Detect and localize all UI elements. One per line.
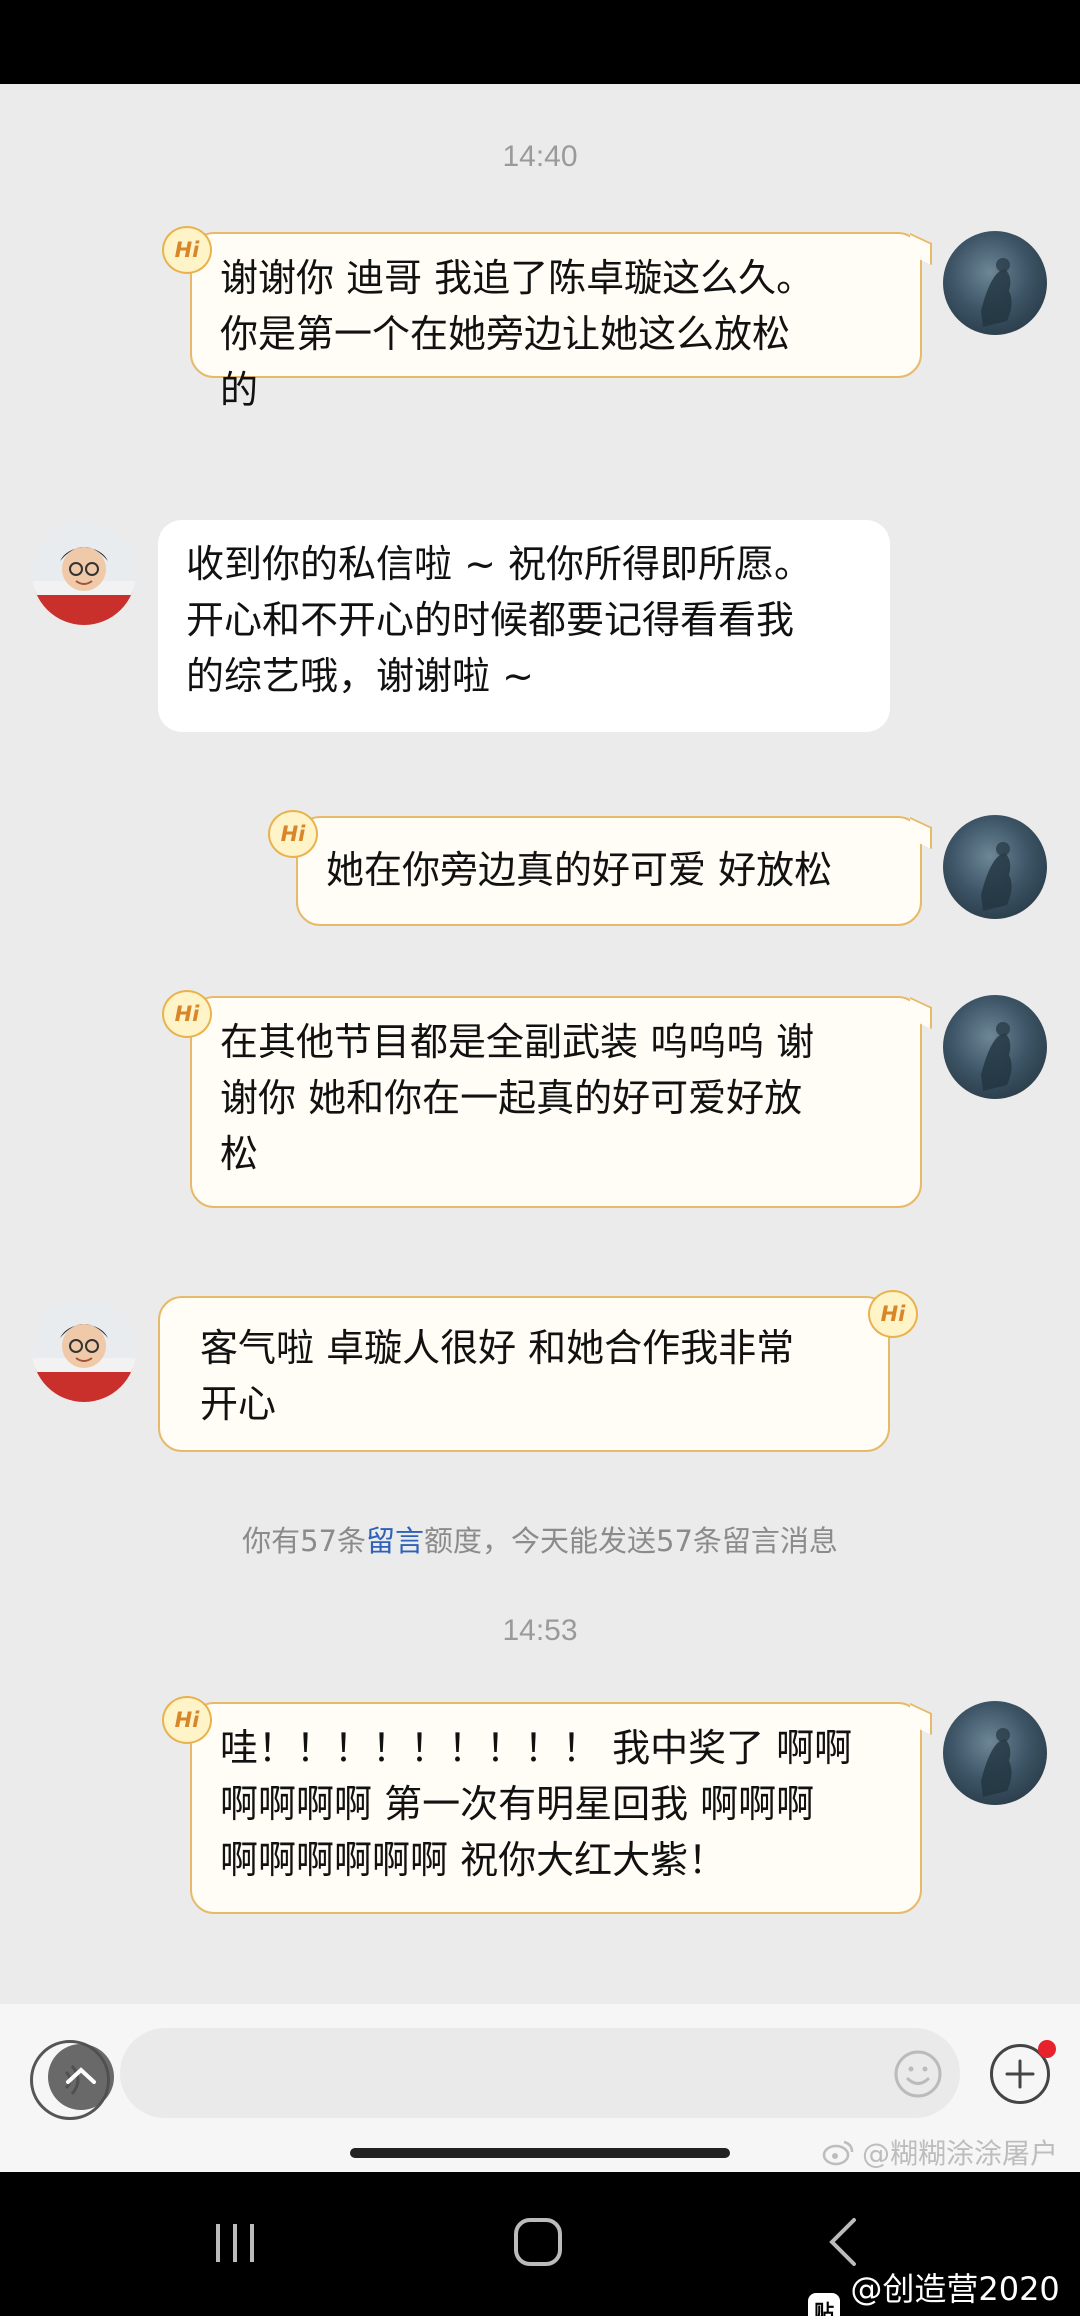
bubble-tail: [910, 232, 932, 266]
bubble-tail: [910, 1702, 932, 1736]
message-text: 谢你 她和你在一起真的好可爱好放: [220, 1076, 803, 1120]
message-text: 开心: [200, 1382, 277, 1426]
person-icon: [32, 547, 136, 625]
contact-avatar[interactable]: [32, 1298, 136, 1402]
hi-badge-icon: Hi: [162, 226, 212, 274]
notification-dot: [1038, 2040, 1056, 2058]
hi-badge-icon: Hi: [268, 810, 318, 858]
home-icon[interactable]: [512, 2216, 564, 2268]
message-text: 谢谢你 迪哥 我追了陈卓璇这么久。: [220, 256, 815, 300]
weibo-watermark: @糊糊涂涂屠户: [822, 2132, 1058, 2172]
message-bubble-2[interactable]: 收到你的私信啦 ~ 祝你所得即所愿。 开心和不开心的时候都要记得看看我 的综艺哦…: [158, 520, 890, 732]
hi-badge-icon: Hi: [162, 990, 212, 1038]
hi-badge-icon: Hi: [868, 1290, 918, 1338]
avatar-silhouette-icon: [981, 1022, 1012, 1091]
input-bar: @糊糊涂涂屠户: [0, 2004, 1080, 2172]
message-text: 啊啊啊啊啊啊 祝你大红大紫！: [220, 1838, 727, 1882]
message-bubble-5[interactable]: 客气啦 卓璇人很好 和她合作我非常 开心: [158, 1296, 890, 1452]
avatar-silhouette-icon: [981, 842, 1012, 911]
message-text: 你是第一个在她旁边让她这么放松: [220, 312, 791, 356]
message-text: 啊啊啊啊 第一次有明星回我 啊啊啊: [220, 1782, 815, 1826]
message-link[interactable]: 留言: [366, 1524, 424, 1558]
weibo-icon: [822, 2140, 854, 2166]
chevron-up-icon: [66, 2067, 96, 2084]
quota-notice: 你有57条留言额度，今天能发送57条留言消息: [0, 1518, 1080, 1560]
weibo-watermark-text: @糊糊涂涂屠户: [862, 2137, 1059, 2170]
recent-apps-icon[interactable]: [210, 2218, 260, 2268]
message-text: 开心和不开心的时候都要记得看看我: [186, 598, 795, 642]
timestamp: 14:40: [502, 140, 578, 173]
message-bubble-6[interactable]: 哇！！！！！！！！！ 我中奖了 啊啊 啊啊啊啊 第一次有明星回我 啊啊啊 啊啊啊…: [190, 1702, 932, 1914]
plus-glyph-icon: [1005, 2059, 1035, 2089]
message-text: 的: [220, 368, 259, 412]
tieba-watermark-text: @创造营2020吧: [850, 2270, 1060, 2308]
my-avatar[interactable]: [943, 815, 1047, 919]
message-text: 客气啦 卓璇人很好 和她合作我非常: [200, 1326, 795, 1370]
my-avatar[interactable]: [943, 1701, 1047, 1805]
message-bubble-3[interactable]: 她在你旁边真的好可爱 好放松: [296, 816, 932, 926]
message-text: 在其他节目都是全副武装 呜呜呜 谢: [220, 1020, 815, 1064]
contact-avatar[interactable]: [32, 521, 136, 625]
system-nav-bar: 贴 @创造营2020吧: [0, 2172, 1080, 2316]
bubble-tail: [910, 996, 932, 1030]
avatar-silhouette-icon: [981, 258, 1012, 327]
chat-area[interactable]: 14:40 谢谢你 迪哥 我追了陈卓璇这么久。 你是第一个在她旁边让她这么放松 …: [0, 84, 1080, 2004]
back-icon[interactable]: [824, 2216, 864, 2268]
hi-badge-icon: Hi: [162, 1696, 212, 1744]
bubble-tail: [910, 816, 932, 850]
expand-overlay[interactable]: [48, 2044, 114, 2110]
timestamp: 14:53: [502, 1614, 578, 1647]
status-bar: [0, 0, 1080, 75]
message-text: 哇！！！！！！！！！ 我中奖了 啊啊: [220, 1726, 853, 1770]
message-bubble-1[interactable]: 谢谢你 迪哥 我追了陈卓璇这么久。 你是第一个在她旁边让她这么放松 的: [190, 232, 932, 412]
message-input[interactable]: [120, 2028, 960, 2118]
my-avatar[interactable]: [943, 995, 1047, 1099]
message-bubble-4[interactable]: 在其他节目都是全副武装 呜呜呜 谢 谢你 她和你在一起真的好可爱好放 松: [190, 996, 932, 1208]
message-text: 收到你的私信啦 ~ 祝你所得即所愿。: [186, 542, 812, 586]
quota-text: 额度，今天能发送57条留言消息: [424, 1524, 838, 1558]
home-indicator[interactable]: [350, 2148, 730, 2158]
tieba-watermark: 贴 @创造营2020吧: [808, 2264, 1080, 2316]
quota-text: 你有57条: [242, 1524, 366, 1558]
emoji-icon[interactable]: [892, 2048, 944, 2100]
message-text: 的综艺哦，谢谢啦 ~: [186, 654, 534, 698]
person-icon: [32, 1324, 136, 1402]
message-text: 松: [220, 1132, 259, 1176]
avatar-silhouette-icon: [981, 1728, 1012, 1797]
message-text: 她在你旁边真的好可爱 好放松: [326, 848, 833, 892]
tieba-logo-icon: 贴: [808, 2293, 841, 2316]
my-avatar[interactable]: [943, 231, 1047, 335]
